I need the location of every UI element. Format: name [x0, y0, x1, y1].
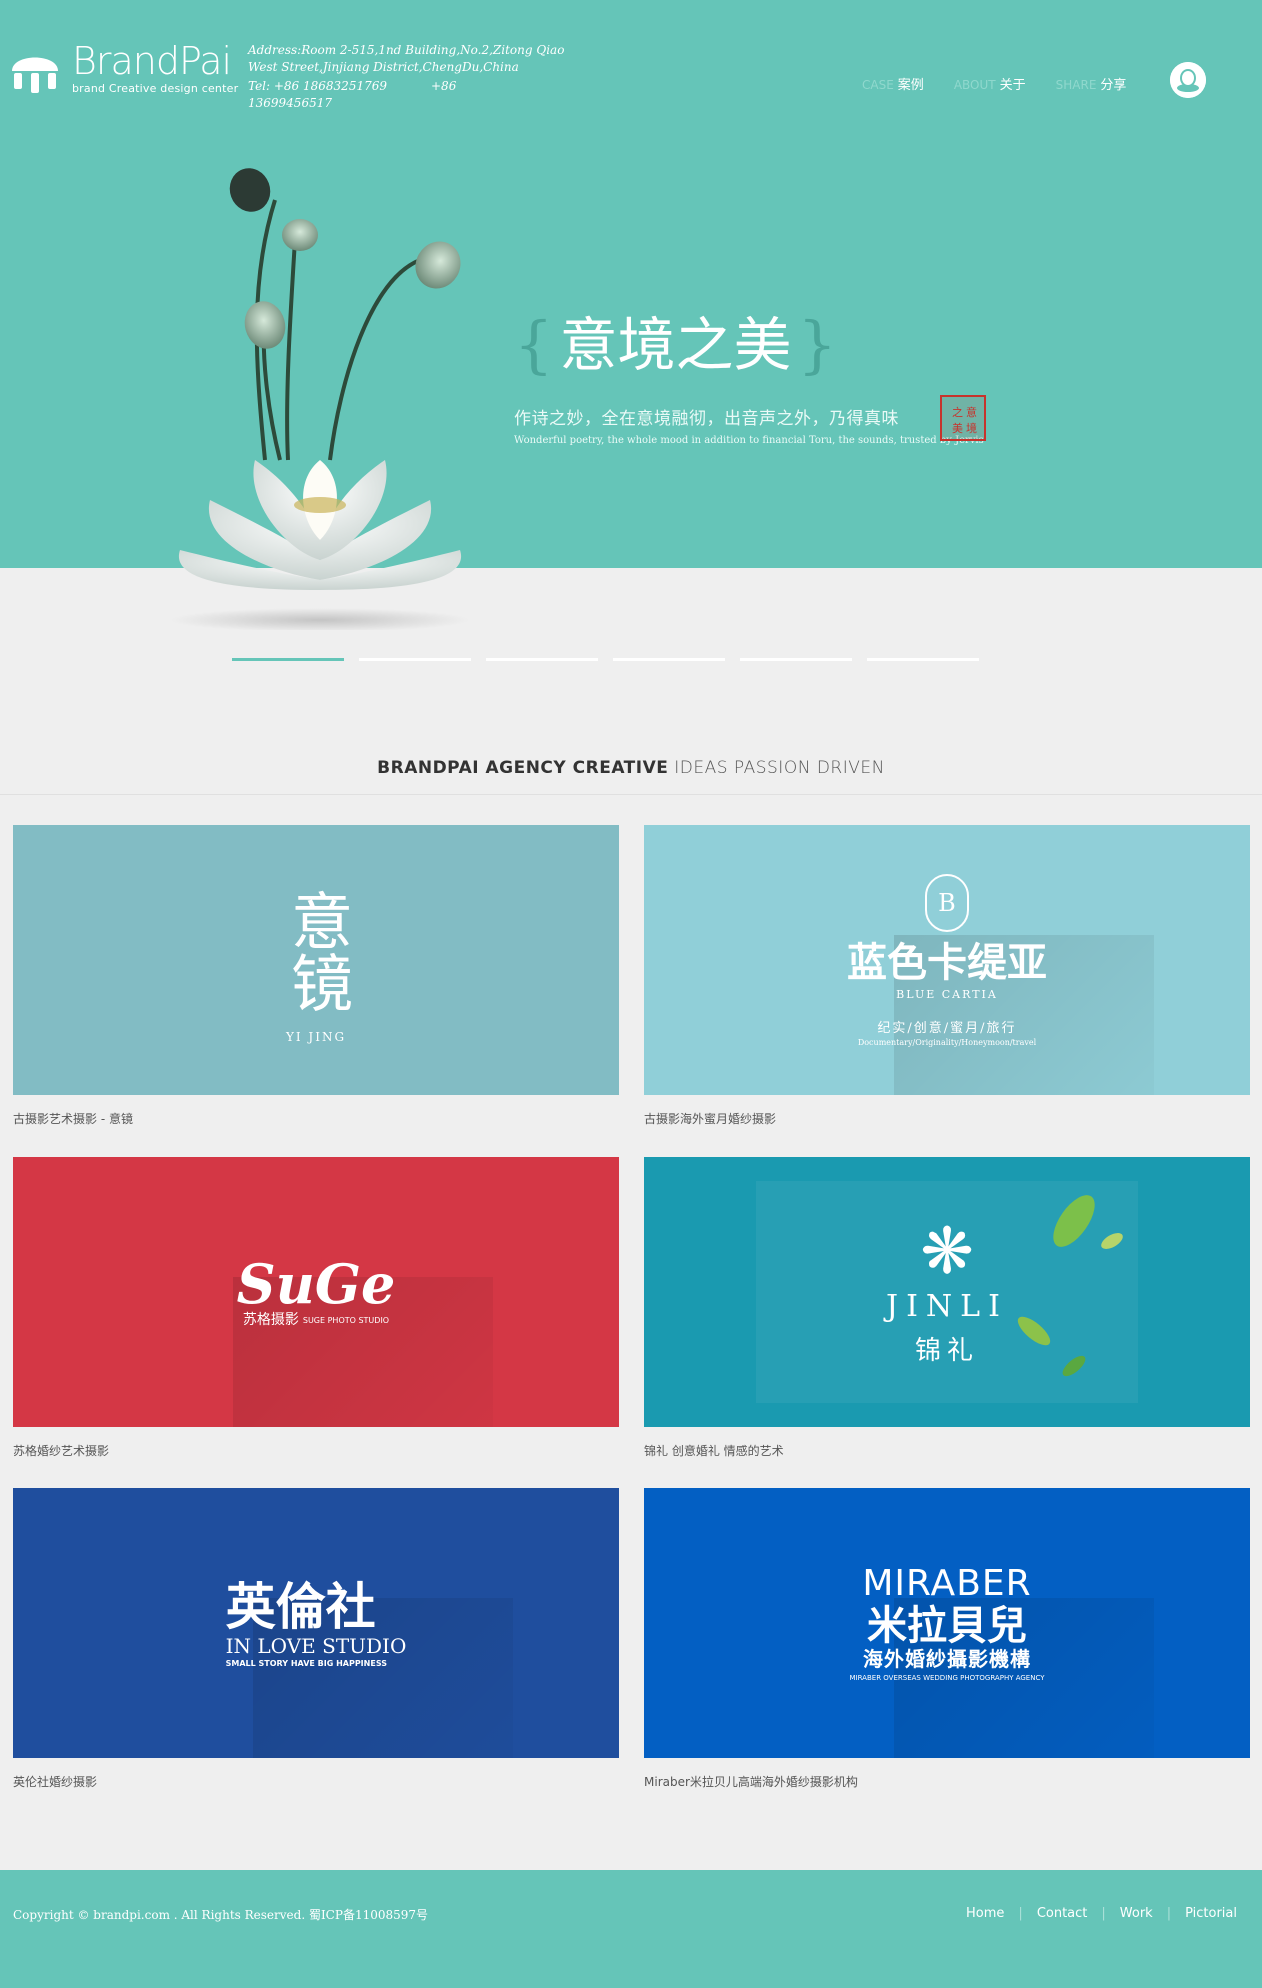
slider-dot[interactable]	[740, 658, 852, 661]
snowflake-icon: ❋	[920, 1215, 974, 1289]
footer-nav: Home | Contact | Work | Pictorial	[966, 1906, 1237, 1921]
yijing-logo: 意镜 YI JING	[280, 889, 353, 1044]
hero-title: 意境之美	[559, 311, 792, 379]
jinli-logo: ❋ JINLI 锦礼	[886, 1215, 1008, 1366]
hero-slogan: { 意境之美 } 作诗之妙，全在意境融彻，出音声之外，乃得真味 Wonderfu…	[514, 308, 984, 447]
portfolio-thumbnail[interactable]: SuGe 苏格摄影 SUGE PHOTO STUDIO	[13, 1157, 619, 1427]
separator: |	[1166, 1906, 1172, 1921]
slider-dot[interactable]	[232, 658, 344, 661]
portfolio-card: SuGe 苏格摄影 SUGE PHOTO STUDIO 苏格婚纱艺术摄影	[13, 1157, 619, 1459]
qq-user-icon[interactable]	[1170, 62, 1206, 98]
hero-subtitle-zh: 作诗之妙，全在意境融彻，出音声之外，乃得真味	[514, 409, 899, 429]
address-line-2: West Street,Jinjiang District,ChengDu,Ch…	[248, 60, 519, 74]
hero-subtitle-en: Wonderful poetry, the whole mood in addi…	[514, 435, 984, 446]
brand-name: BrandPai	[72, 39, 232, 83]
copyright-text: Copyright © brandpi.com . All Rights Res…	[13, 1908, 429, 1922]
nav-about[interactable]: ABOUT 关于	[954, 74, 1026, 93]
contact-address: Address:Room 2-515,1nd Building,No.2,Zit…	[248, 42, 568, 112]
section-divider	[0, 794, 1262, 795]
leaf-icon	[1017, 1195, 1123, 1377]
slider-dot[interactable]	[613, 658, 725, 661]
hero-banner: BrandPai brand Creative design center Ad…	[0, 0, 1262, 630]
portfolio-caption[interactable]: 古摄影海外蜜月婚纱摄影	[644, 1110, 1250, 1127]
miraber-logo: MIRABER 米拉貝兒 海外婚紗攝影機構 MIRABER OVERSEAS W…	[849, 1563, 1045, 1683]
portfolio-caption[interactable]: Miraber米拉贝儿高端海外婚纱摄影机构	[644, 1773, 1250, 1790]
left-brace-icon: {	[514, 308, 554, 381]
suge-logo: SuGe 苏格摄影 SUGE PHOTO STUDIO	[236, 1252, 396, 1328]
brand-logo[interactable]: BrandPai brand Creative design center	[10, 42, 238, 96]
slider-dot[interactable]	[486, 658, 598, 661]
blue-cartia-logo: B 蓝色卡缇亚 BLUE CARTIA 纪实/创意/蜜月/旅行 Document…	[847, 873, 1047, 1047]
brand-tagline: brand Creative design center	[72, 82, 239, 95]
slider-pagination	[232, 658, 994, 661]
portfolio-card: B 蓝色卡缇亚 BLUE CARTIA 纪实/创意/蜜月/旅行 Document…	[644, 825, 1250, 1127]
red-seal-stamp: 之 意 美 境	[940, 395, 986, 441]
portfolio-thumbnail[interactable]: MIRABER 米拉貝兒 海外婚紗攝影機構 MIRABER OVERSEAS W…	[644, 1488, 1250, 1758]
separator: |	[1101, 1906, 1106, 1921]
mushroom-logo-icon	[10, 43, 60, 95]
portfolio-card: 英倫社 IN LOVE STUDIO SMALL STORY HAVE BIG …	[13, 1488, 619, 1790]
site-footer: Copyright © brandpi.com . All Rights Res…	[0, 1870, 1262, 1988]
portfolio-caption[interactable]: 苏格婚纱艺术摄影	[13, 1442, 619, 1459]
footer-link-contact[interactable]: Contact	[1037, 1906, 1088, 1921]
nav-case[interactable]: CASE 案例	[862, 74, 924, 93]
portfolio-thumbnail[interactable]: ❋ JINLI 锦礼	[644, 1157, 1250, 1427]
svg-text:美: 美	[952, 422, 963, 435]
portfolio-caption[interactable]: 英伦社婚纱摄影	[13, 1773, 619, 1790]
address-line-1: Address:Room 2-515,1nd Building,No.2,Zit…	[248, 43, 565, 57]
footer-link-home[interactable]: Home	[966, 1906, 1004, 1921]
footer-link-work[interactable]: Work	[1120, 1906, 1153, 1921]
main-nav: CASE 案例 ABOUT 关于 SHARE 分享	[862, 74, 1156, 93]
footer-link-pictorial[interactable]: Pictorial	[1185, 1906, 1237, 1921]
portfolio-card: 意镜 YI JING 古摄影艺术摄影 - 意镜	[13, 825, 619, 1127]
portfolio-thumbnail[interactable]: 意镜 YI JING	[13, 825, 619, 1095]
portfolio-thumbnail[interactable]: 英倫社 IN LOVE STUDIO SMALL STORY HAVE BIG …	[13, 1488, 619, 1758]
lotus-illustration	[170, 168, 470, 630]
inlove-logo: 英倫社 IN LOVE STUDIO SMALL STORY HAVE BIG …	[225, 1577, 407, 1668]
nav-share[interactable]: SHARE 分享	[1056, 74, 1127, 93]
svg-text:意: 意	[966, 405, 977, 419]
phone-1: Tel: +86 18683251769	[248, 79, 387, 93]
portfolio-card: ❋ JINLI 锦礼 锦礼 创意婚礼 情感的艺术	[644, 1157, 1250, 1459]
slider-dot[interactable]	[359, 658, 471, 661]
slider-dot[interactable]	[867, 658, 979, 661]
portfolio-thumbnail[interactable]: B 蓝色卡缇亚 BLUE CARTIA 纪实/创意/蜜月/旅行 Document…	[644, 825, 1250, 1095]
right-brace-icon: }	[797, 308, 837, 381]
svg-text:之: 之	[952, 405, 963, 419]
separator: |	[1018, 1906, 1023, 1921]
svg-text:境: 境	[966, 421, 977, 435]
portfolio-caption[interactable]: 古摄影艺术摄影 - 意镜	[13, 1110, 619, 1127]
portfolio-card: MIRABER 米拉貝兒 海外婚紗攝影機構 MIRABER OVERSEAS W…	[644, 1488, 1250, 1790]
section-heading: BRANDPAI AGENCY CREATIVE IDEAS PASSION D…	[377, 758, 885, 778]
portfolio-caption[interactable]: 锦礼 创意婚礼 情感的艺术	[644, 1442, 1250, 1459]
